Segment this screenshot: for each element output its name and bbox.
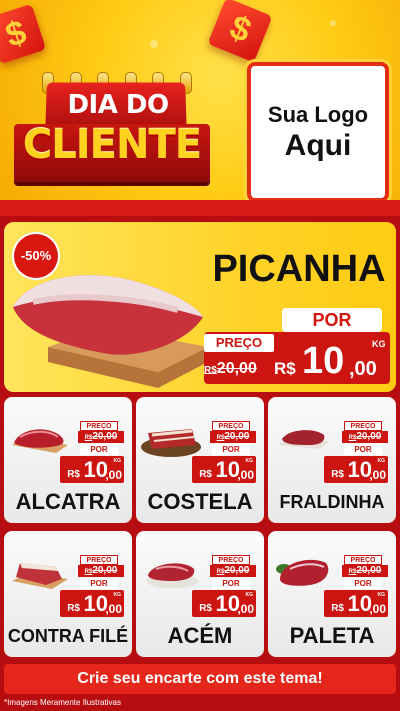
logo-placeholder[interactable]: Sua Logo Aqui [247, 62, 389, 202]
create-flyer-cta-button[interactable]: Crie seu encarte com este tema! [4, 664, 396, 694]
costela-meat-image [141, 429, 201, 457]
acem-meat-image [146, 563, 198, 588]
unit: KG [245, 458, 254, 464]
por-label: POR [212, 444, 250, 455]
por-label: POR [80, 444, 118, 455]
new-price-int: 10 [215, 591, 240, 616]
paleta-meat-image [276, 559, 329, 586]
product-card-costela[interactable]: PREÇO R$20,00 POR R$ 10 ,00 KG COSTELA [136, 397, 264, 523]
product-card-contra-file[interactable]: PREÇO R$20,00 POR R$ 10 ,00 KG CONTRA FI… [4, 531, 132, 657]
preco-label: PREÇO [344, 555, 382, 565]
new-currency: R$ [199, 603, 212, 614]
old-price-value: 20,00 [224, 565, 250, 576]
new-currency: R$ [67, 603, 80, 614]
featured-old-currency: R$ [204, 365, 217, 376]
dollar-cube-icon: $ [0, 3, 47, 65]
product-grid: PREÇO R$20,00 POR R$ 10 ,00 KG ALCATRA P… [4, 397, 396, 659]
old-price-value: 20,00 [92, 565, 118, 576]
product-name: ACÉM [167, 623, 233, 648]
product-name: FRALDINHA [279, 492, 385, 512]
por-label: POR [344, 578, 382, 589]
disclaimer-text: *Imagens Meramente Ilustrativas [4, 698, 121, 707]
unit: KG [377, 592, 386, 598]
preco-label: PREÇO [80, 555, 118, 565]
sparkle-icon [150, 40, 158, 48]
fraldinha-meat-image [278, 430, 330, 449]
new-price-dec: ,00 [369, 468, 386, 482]
logo-text-line-2: Aqui [284, 129, 352, 162]
new-price-dec: ,00 [105, 468, 122, 482]
old-price-value: 20,00 [356, 565, 382, 576]
header-stripe [0, 200, 400, 216]
calendar-title-graphic: DIA DO CLIENTE [14, 72, 210, 182]
unit: KG [113, 458, 122, 464]
featured-product-name: PICANHA [212, 248, 386, 290]
product-name: PALETA [289, 623, 375, 648]
new-price-int: 10 [83, 591, 108, 616]
new-price-dec: ,00 [105, 602, 122, 616]
featured-old-value: 20,00 [216, 360, 257, 377]
por-label: POR [212, 578, 250, 589]
product-card-fraldinha[interactable]: PREÇO R$20,00 POR R$ 10 ,00 KG FRALDINHA [268, 397, 396, 523]
old-price: R$20,00 [342, 431, 388, 443]
product-card-paleta[interactable]: PREÇO R$20,00 POR R$ 10 ,00 KG PALETA [268, 531, 396, 657]
product-card-alcatra[interactable]: PREÇO R$20,00 POR R$ 10 ,00 KG ALCATRA [4, 397, 132, 523]
featured-preco-label: PREÇO [204, 334, 274, 352]
old-price: R$20,00 [78, 565, 124, 577]
preco-label: PREÇO [80, 421, 118, 431]
featured-product-card[interactable]: -50% PICANHA POR PREÇO R$20,00 R$ 10 ,00… [4, 222, 396, 392]
new-currency: R$ [331, 469, 344, 480]
new-currency: R$ [199, 469, 212, 480]
featured-por-label: POR [282, 308, 382, 332]
new-price-dec: ,00 [237, 468, 254, 482]
old-price-value: 20,00 [92, 431, 118, 442]
product-name: COSTELA [147, 489, 253, 514]
unit: KG [245, 592, 254, 598]
alcatra-meat-image [12, 429, 68, 453]
preco-label: PREÇO [212, 555, 250, 565]
old-price-value: 20,00 [356, 431, 382, 442]
featured-new-price-int: 10 [302, 340, 345, 382]
featured-unit: KG [372, 339, 386, 349]
new-price-int: 10 [215, 457, 240, 482]
product-name: CONTRA FILÉ [7, 626, 129, 646]
featured-new-currency: R$ [274, 359, 296, 378]
old-price-value: 20,00 [224, 431, 250, 442]
old-price: R$20,00 [210, 565, 256, 577]
new-price-int: 10 [347, 591, 372, 616]
old-price: R$20,00 [78, 431, 124, 443]
featured-old-price: R$20,00 [204, 360, 257, 378]
logo-text-line-1: Sua Logo [267, 102, 369, 127]
header-banner: $ $ DIA DO CLIENTE Sua Logo Aqui [0, 0, 400, 214]
new-currency: R$ [331, 603, 344, 614]
new-price-int: 10 [347, 457, 372, 482]
featured-new-price-dec: ,00 [349, 358, 377, 380]
discount-badge: -50% [14, 234, 58, 278]
unit: KG [377, 458, 386, 464]
new-price-dec: ,00 [237, 602, 254, 616]
old-price: R$20,00 [210, 431, 256, 443]
new-price-int: 10 [83, 457, 108, 482]
old-price: R$20,00 [342, 565, 388, 577]
por-label: POR [344, 444, 382, 455]
new-currency: R$ [67, 469, 80, 480]
por-label: POR [80, 578, 118, 589]
sparkle-icon [330, 20, 336, 26]
dollar-cube-icon: $ [207, 0, 273, 63]
new-price-dec: ,00 [369, 602, 386, 616]
unit: KG [113, 592, 122, 598]
product-card-acem[interactable]: PREÇO R$20,00 POR R$ 10 ,00 KG ACÉM [136, 531, 264, 657]
title-line-1: DIA DO [67, 90, 169, 120]
product-name: ALCATRA [15, 489, 121, 514]
preco-label: PREÇO [344, 421, 382, 431]
contra-file-meat-image [12, 563, 68, 589]
title-line-2: CLIENTE [22, 122, 202, 168]
preco-label: PREÇO [212, 421, 250, 431]
